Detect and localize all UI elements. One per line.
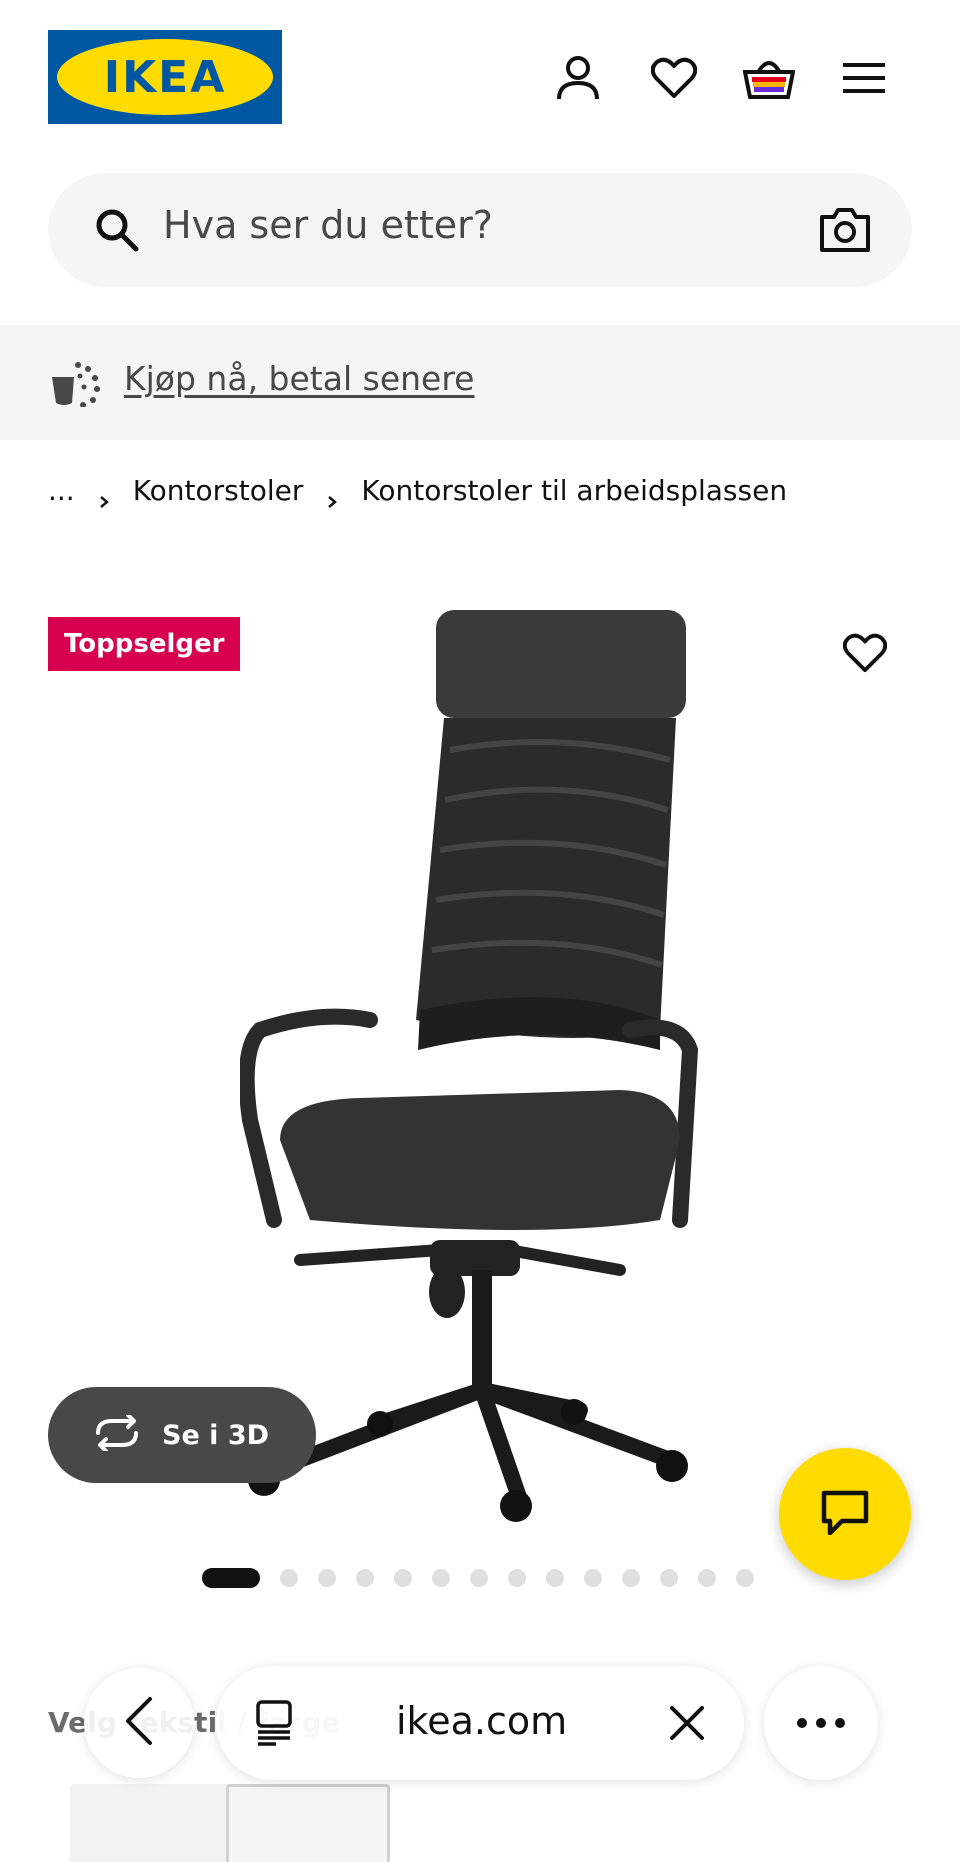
bestseller-badge: Toppselger — [48, 617, 241, 671]
pagination-dot[interactable] — [584, 1569, 602, 1587]
basket-icon[interactable] — [741, 50, 797, 106]
chevron-right-icon — [97, 483, 111, 508]
breadcrumb-current[interactable]: Kontorstoler til arbeidsplassen — [361, 474, 787, 507]
search-bar[interactable]: Hva ser du etter? — [48, 173, 912, 287]
office-chair-image[interactable] — [240, 580, 720, 1560]
camera-icon[interactable] — [818, 203, 872, 257]
pagination-dot[interactable] — [470, 1569, 488, 1587]
promo-banner: Kjøp nå, betal senere — [0, 325, 960, 440]
pagination-dot[interactable] — [394, 1569, 412, 1587]
browser-url-text: ikea.com — [396, 1699, 568, 1743]
close-icon[interactable] — [668, 1704, 706, 1746]
view-3d-label: Se i 3D — [162, 1419, 270, 1451]
reader-mode-icon[interactable] — [254, 1700, 294, 1750]
menu-icon[interactable] — [836, 50, 892, 106]
chat-icon — [820, 1489, 870, 1539]
logo-text: IKEA — [103, 51, 227, 103]
pagination-dot[interactable] — [660, 1569, 678, 1587]
pay-later-link[interactable]: Kjøp nå, betal senere — [124, 359, 474, 398]
pay-later-icon — [50, 361, 102, 408]
chat-button[interactable] — [779, 1448, 911, 1580]
pagination-dot[interactable] — [356, 1569, 374, 1587]
search-input[interactable]: Hva ser du etter? — [163, 203, 493, 247]
pagination-dot[interactable] — [546, 1569, 564, 1587]
search-icon — [92, 205, 142, 255]
pagination-dot-active[interactable] — [202, 1568, 260, 1588]
pagination-dot[interactable] — [280, 1569, 298, 1587]
browser-url-bar[interactable]: ikea.com — [216, 1666, 744, 1780]
image-pagination — [202, 1568, 774, 1588]
pagination-dot[interactable] — [318, 1569, 336, 1587]
ikea-logo[interactable]: IKEA — [48, 30, 282, 124]
browser-back-button[interactable] — [84, 1668, 194, 1778]
site-header: IKEA — [0, 0, 960, 160]
pagination-dot[interactable] — [698, 1569, 716, 1587]
heart-icon[interactable] — [646, 50, 702, 106]
variant-thumbnail-selected[interactable] — [226, 1784, 390, 1862]
breadcrumb-ellipsis[interactable]: ... — [48, 474, 75, 507]
user-icon[interactable] — [550, 50, 606, 106]
pagination-dot[interactable] — [432, 1569, 450, 1587]
chevron-left-icon — [124, 1696, 154, 1750]
pagination-dot[interactable] — [622, 1569, 640, 1587]
breadcrumb-kontorstoler[interactable]: Kontorstoler — [133, 474, 304, 507]
rotate-3d-icon — [92, 1413, 142, 1455]
heart-icon — [842, 633, 888, 677]
browser-more-button[interactable] — [764, 1666, 878, 1780]
pagination-dot[interactable] — [508, 1569, 526, 1587]
favorite-button[interactable] — [820, 610, 910, 700]
view-3d-button[interactable]: Se i 3D — [48, 1387, 316, 1483]
logo-oval: IKEA — [57, 39, 273, 115]
chevron-right-icon — [325, 483, 339, 508]
product-gallery: Toppselger Se i 3D — [0, 560, 960, 1590]
breadcrumb: ... Kontorstoler Kontorstoler til arbeid… — [48, 470, 787, 510]
more-dots-icon — [796, 1714, 846, 1733]
pagination-dot[interactable] — [736, 1569, 754, 1587]
variant-thumbnail[interactable] — [70, 1784, 234, 1862]
